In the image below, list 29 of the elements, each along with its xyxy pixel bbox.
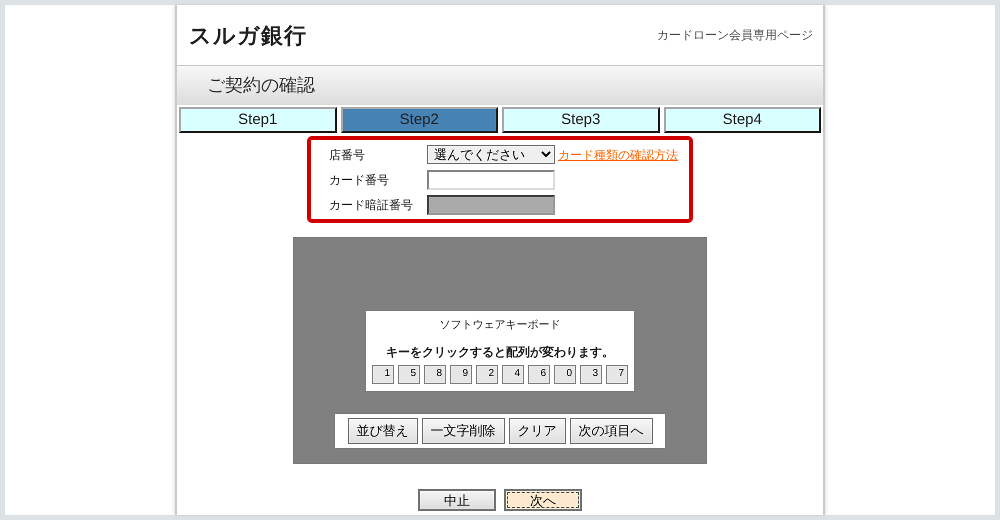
key-button[interactable]: 0: [554, 364, 576, 384]
keyboard-action-button[interactable]: 一文字削除: [422, 418, 504, 444]
keyboard-notice: キーをクリックすると配列が変わります。: [385, 344, 615, 360]
nav-button[interactable]: 中止: [418, 489, 496, 511]
header-subtitle: カードローン会員専用ページ: [657, 27, 813, 44]
key-button[interactable]: 3: [580, 364, 602, 384]
key-button[interactable]: 4: [502, 364, 524, 384]
field-label: 店番号: [329, 146, 366, 164]
keyboard-action-button[interactable]: クリア: [508, 418, 566, 444]
step-tab[interactable]: Step2: [340, 107, 498, 133]
keyboard-action-button[interactable]: 並び替え: [348, 418, 418, 444]
step-tab[interactable]: Step3: [502, 107, 660, 133]
key-button[interactable]: 5: [398, 364, 420, 384]
key-button[interactable]: 2: [476, 364, 498, 384]
key-button[interactable]: 7: [606, 364, 628, 384]
key-button[interactable]: 6: [528, 364, 550, 384]
keyboard-action-button[interactable]: 次の項目へ: [570, 418, 652, 444]
bank-logo: スルガ銀行: [189, 22, 307, 50]
step-tab[interactable]: Step4: [664, 107, 821, 133]
key-button[interactable]: 9: [450, 364, 472, 384]
key-button[interactable]: 8: [424, 364, 446, 384]
step-tab[interactable]: Step1: [179, 107, 336, 133]
branch-dropdown[interactable]: 選んでください: [427, 145, 555, 164]
field-label: カード番号: [329, 172, 390, 188]
field-label: カード暗証番号: [329, 196, 414, 214]
keyboard-title: ソフトウェアキーボード: [438, 318, 562, 333]
nav-button[interactable]: 次へ: [504, 489, 582, 511]
key-button[interactable]: 1: [372, 364, 394, 384]
page-title: ご契約の確認: [207, 74, 315, 97]
